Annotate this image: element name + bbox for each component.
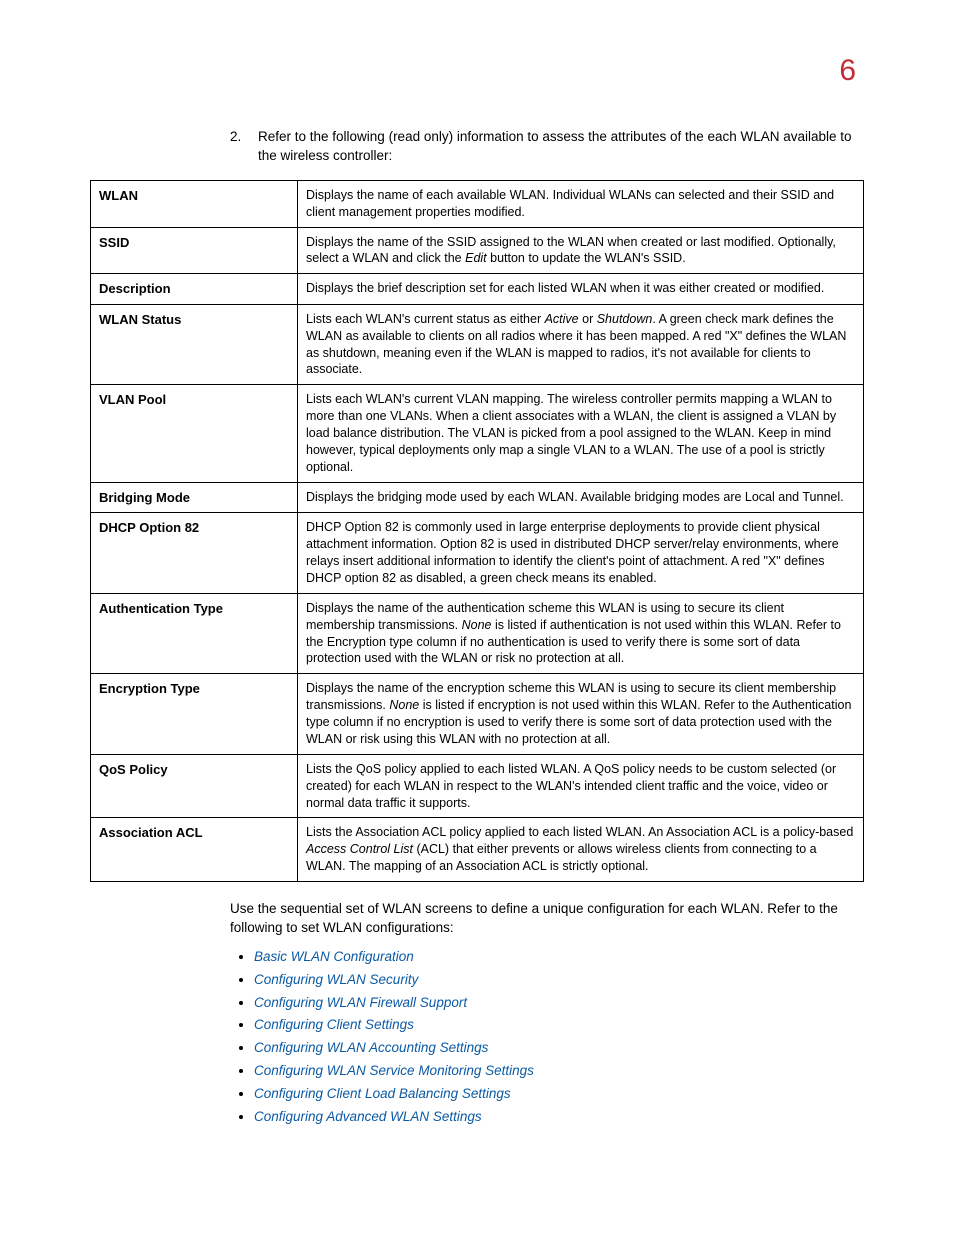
desc-cell: Displays the name of the authentication … [298,593,864,674]
desc-cell: Lists each WLAN's current VLAN mapping. … [298,385,864,482]
config-link[interactable]: Configuring Client Settings [254,1017,414,1032]
config-link[interactable]: Configuring WLAN Security [254,972,418,987]
list-item: Configuring Client Settings [254,1016,864,1035]
desc-cell: Displays the name of each available WLAN… [298,180,864,227]
table-row: Association ACLLists the Association ACL… [91,818,864,882]
desc-cell: Lists each WLAN's current status as eith… [298,304,864,385]
term-cell: Encryption Type [91,674,298,755]
config-link[interactable]: Basic WLAN Configuration [254,949,414,964]
term-cell: WLAN [91,180,298,227]
desc-cell: Displays the name of the encryption sche… [298,674,864,755]
list-item: Configuring Advanced WLAN Settings [254,1108,864,1127]
desc-cell: Lists the Association ACL policy applied… [298,818,864,882]
list-item: Configuring WLAN Service Monitoring Sett… [254,1062,864,1081]
table-row: QoS PolicyLists the QoS policy applied t… [91,754,864,818]
intro-text: Refer to the following (read only) infor… [258,128,864,166]
term-cell: Authentication Type [91,593,298,674]
table-row: Bridging ModeDisplays the bridging mode … [91,482,864,513]
desc-cell: Displays the brief description set for e… [298,274,864,305]
list-item: Configuring WLAN Firewall Support [254,994,864,1013]
intro-paragraph: 2. Refer to the following (read only) in… [230,128,864,166]
table-row: DHCP Option 82DHCP Option 82 is commonly… [91,513,864,594]
config-links-list: Basic WLAN Configuration Configuring WLAN… [230,948,864,1127]
term-cell: Association ACL [91,818,298,882]
list-item: Configuring WLAN Security [254,971,864,990]
desc-cell: Lists the QoS policy applied to each lis… [298,754,864,818]
intro-number: 2. [230,128,258,166]
table-row: WLAN StatusLists each WLAN's current sta… [91,304,864,385]
term-cell: DHCP Option 82 [91,513,298,594]
config-link[interactable]: Configuring Advanced WLAN Settings [254,1109,482,1124]
table-row: SSIDDisplays the name of the SSID assign… [91,227,864,274]
table-row: Encryption TypeDisplays the name of the … [91,674,864,755]
list-item: Configuring Client Load Balancing Settin… [254,1085,864,1104]
term-cell: Bridging Mode [91,482,298,513]
list-item: Basic WLAN Configuration [254,948,864,967]
config-link[interactable]: Configuring WLAN Service Monitoring Sett… [254,1063,534,1078]
term-cell: QoS Policy [91,754,298,818]
config-link[interactable]: Configuring Client Load Balancing Settin… [254,1086,511,1101]
after-table-text: Use the sequential set of WLAN screens t… [230,900,864,938]
term-cell: SSID [91,227,298,274]
desc-cell: DHCP Option 82 is commonly used in large… [298,513,864,594]
table-row: WLANDisplays the name of each available … [91,180,864,227]
config-link[interactable]: Configuring WLAN Firewall Support [254,995,467,1010]
table-row: DescriptionDisplays the brief descriptio… [91,274,864,305]
page-number: 6 [90,50,864,92]
wlan-attributes-table: WLANDisplays the name of each available … [90,180,864,882]
config-link[interactable]: Configuring WLAN Accounting Settings [254,1040,488,1055]
table-row: Authentication TypeDisplays the name of … [91,593,864,674]
term-cell: Description [91,274,298,305]
table-row: VLAN PoolLists each WLAN's current VLAN … [91,385,864,482]
desc-cell: Displays the name of the SSID assigned t… [298,227,864,274]
desc-cell: Displays the bridging mode used by each … [298,482,864,513]
term-cell: WLAN Status [91,304,298,385]
term-cell: VLAN Pool [91,385,298,482]
list-item: Configuring WLAN Accounting Settings [254,1039,864,1058]
